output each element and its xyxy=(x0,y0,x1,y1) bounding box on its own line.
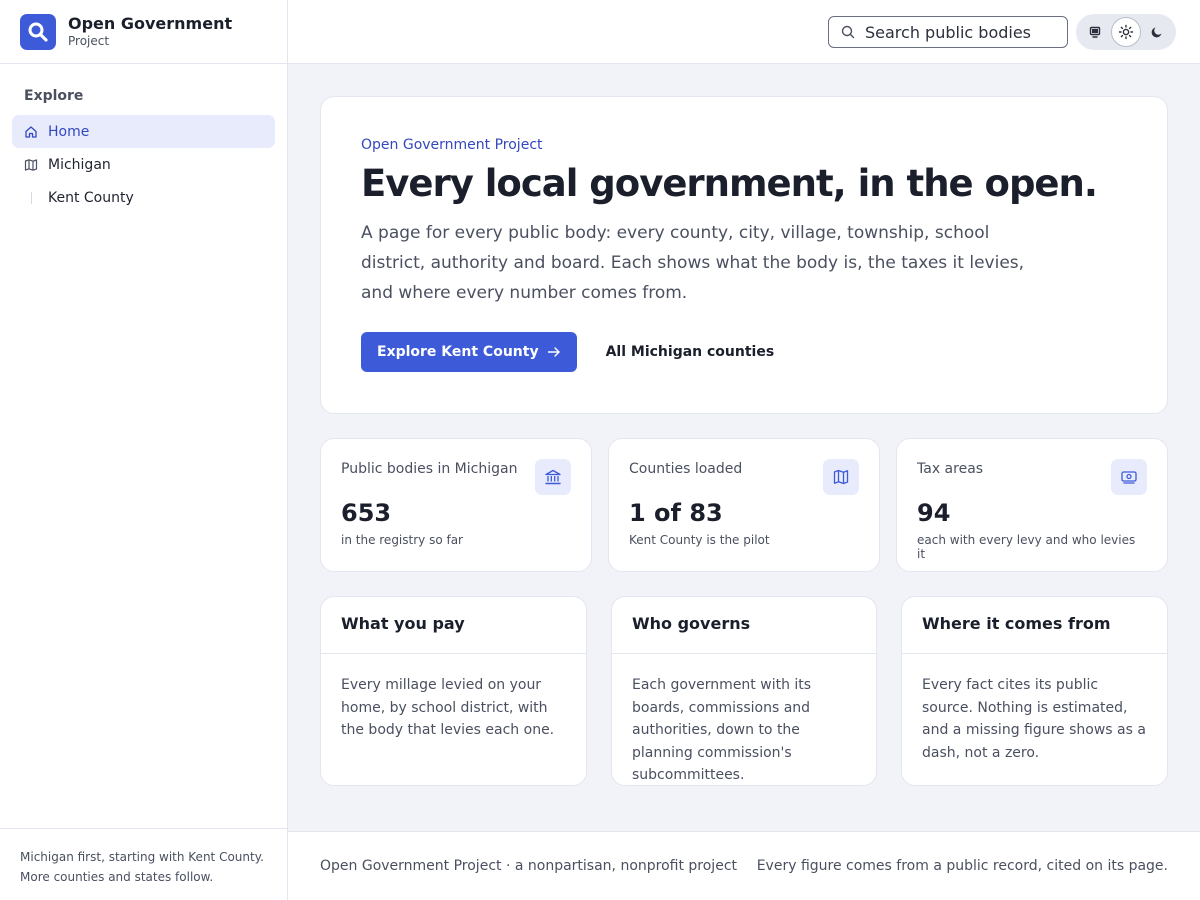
feature-body: Every millage levied on your home, by sc… xyxy=(341,677,555,738)
sidebar-footer: Michigan first, starting with Kent Count… xyxy=(0,828,287,900)
feature-card-who-governs[interactable]: Who governs Each government with its boa… xyxy=(611,596,877,786)
page-footer: Open Government Project · a nonpartisan,… xyxy=(288,831,1200,900)
feature-card-where-it-comes-from[interactable]: Where it comes from Every fact cites its… xyxy=(901,596,1168,786)
sidebar: Open Government Project Explore Home Mic… xyxy=(0,0,288,900)
stat-note: Kent County is the pilot xyxy=(629,533,770,547)
sidebar-item-label: Kent County xyxy=(48,189,134,206)
feature-body: Each government with its boards, commiss… xyxy=(632,677,812,783)
footer-left-text: Open Government Project · a nonpartisan,… xyxy=(320,858,737,874)
top-bar xyxy=(288,0,1200,64)
stat-card-tax-areas: Tax areas 94 each with every levy and wh… xyxy=(896,438,1168,572)
sidebar-item-label: Michigan xyxy=(48,156,111,173)
building-icon xyxy=(535,459,571,495)
banknote-icon xyxy=(1111,459,1147,495)
home-icon xyxy=(24,125,38,139)
stat-value: 94 xyxy=(917,499,951,527)
feature-card-what-you-pay[interactable]: What you pay Every millage levied on you… xyxy=(320,596,587,786)
nav-heading: Explore xyxy=(24,88,84,104)
sidebar-nav: Explore Home Michigan Kent County xyxy=(0,64,287,214)
stat-note: in the registry so far xyxy=(341,533,463,547)
feature-body: Every fact cites its public source. Noth… xyxy=(922,677,1146,761)
tree-line xyxy=(24,191,38,205)
hero-description: A page for every public body: every coun… xyxy=(361,223,1025,303)
monitor-icon[interactable] xyxy=(1080,17,1110,47)
explore-kent-county-button[interactable]: Explore Kent County xyxy=(361,332,577,372)
sidebar-item-label: Home xyxy=(48,123,90,140)
theme-switcher xyxy=(1076,14,1176,50)
stat-note: each with every levy and who levies it xyxy=(917,533,1136,561)
search-icon xyxy=(841,25,855,39)
search-input[interactable] xyxy=(865,22,1055,42)
stat-value: 1 of 83 xyxy=(629,499,723,527)
stat-card-public-bodies: Public bodies in Michigan 653 in the reg… xyxy=(320,438,592,572)
search-box[interactable] xyxy=(828,16,1068,48)
sidebar-footer-line: More counties and states follow. xyxy=(20,870,214,884)
button-label: Explore Kent County xyxy=(377,344,539,360)
sidebar-item-kent-county[interactable]: Kent County xyxy=(12,181,275,214)
moon-icon[interactable] xyxy=(1142,17,1172,47)
feature-title: What you pay xyxy=(321,597,586,654)
arrow-right-icon xyxy=(547,345,561,359)
hero-title: Every local government, in the open. xyxy=(361,162,1098,205)
brand[interactable]: Open Government Project xyxy=(0,0,287,64)
brand-title: Open Government xyxy=(68,14,233,33)
stat-value: 653 xyxy=(341,499,392,527)
sun-icon[interactable] xyxy=(1111,17,1141,47)
brand-subtitle: Project xyxy=(68,34,110,48)
hero-kicker: Open Government Project xyxy=(361,137,543,153)
feature-title: Who governs xyxy=(612,597,876,654)
hero-actions: Explore Kent County All Michigan countie… xyxy=(361,332,1127,372)
sidebar-item-michigan[interactable]: Michigan xyxy=(12,148,275,181)
map-icon xyxy=(24,158,38,172)
sidebar-item-home[interactable]: Home xyxy=(12,115,275,148)
all-michigan-counties-link[interactable]: All Michigan counties xyxy=(606,344,775,360)
sidebar-footer-line: Michigan first, starting with Kent Count… xyxy=(20,850,264,864)
map-icon xyxy=(823,459,859,495)
feature-title: Where it comes from xyxy=(902,597,1167,654)
search-logo-icon xyxy=(20,13,56,50)
hero-card: Open Government Project Every local gove… xyxy=(320,96,1168,414)
footer-right-text: Every figure comes from a public record,… xyxy=(756,858,1168,874)
stat-card-counties-loaded: Counties loaded 1 of 83 Kent County is t… xyxy=(608,438,880,572)
